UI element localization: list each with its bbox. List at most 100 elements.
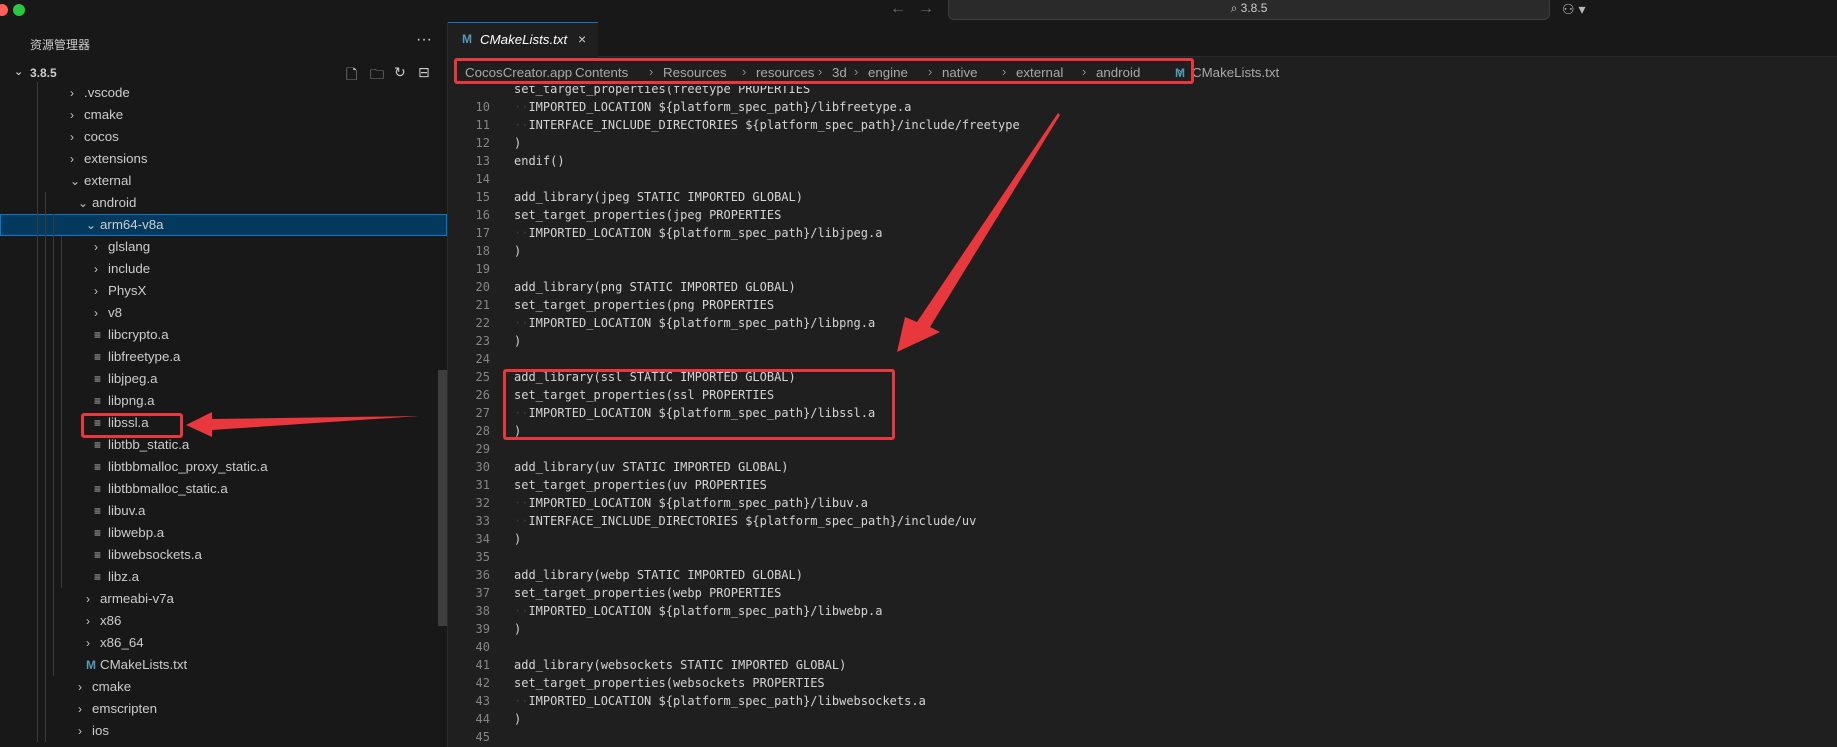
- indent-guide: [53, 412, 54, 434]
- close-icon[interactable]: ×: [578, 31, 586, 47]
- tree-file[interactable]: ≡ libtbbmalloc_static.a: [0, 478, 447, 500]
- chevron-down-icon: ⌄: [14, 66, 24, 78]
- code-line: 19: [448, 260, 1837, 278]
- tree-file[interactable]: ≡ libuv.a: [0, 500, 447, 522]
- window-zoom-button[interactable]: [13, 4, 25, 16]
- code-line: 21 set_target_properties(png PROPERTIES: [448, 296, 1837, 314]
- arrow-left-icon[interactable]: ←: [890, 0, 906, 18]
- tree-folder[interactable]: › PhysX: [0, 280, 447, 302]
- tree-file[interactable]: ≡ libcrypto.a: [0, 324, 447, 346]
- code-line: 30 add_library(uv STATIC IMPORTED GLOBAL): [448, 458, 1837, 476]
- code-line: 22 ··IMPORTED_LOCATION ${platform_spec_pa…: [448, 314, 1837, 332]
- refresh-icon[interactable]: ↻: [394, 64, 406, 81]
- tree-item-label: x86: [100, 613, 122, 628]
- tree-file[interactable]: ≡ libjpeg.a: [0, 368, 447, 390]
- indent-guide: [61, 412, 62, 434]
- code-line: 38 ··IMPORTED_LOCATION ${platform_spec_pa…: [448, 602, 1837, 620]
- indent-guide: [45, 478, 46, 500]
- indent-guide: [45, 654, 46, 676]
- indent-guide: [37, 566, 38, 588]
- window-close-button[interactable]: [0, 4, 8, 16]
- indent-guide: [53, 214, 54, 236]
- tree-file[interactable]: ≡ libwebp.a: [0, 522, 447, 544]
- chevron-right-icon: ›: [86, 636, 90, 650]
- tab-label: CMakeLists.txt: [480, 32, 568, 47]
- tree-folder[interactable]: › cocos: [0, 126, 447, 148]
- sidebar-scrollbar[interactable]: [438, 370, 447, 626]
- code-text: endif(): [514, 154, 565, 168]
- tree-folder[interactable]: › x86: [0, 610, 447, 632]
- code-line: 23): [448, 332, 1837, 350]
- indent-guide: [37, 632, 38, 654]
- tree-folder[interactable]: › glslang: [0, 236, 447, 258]
- tree-folder[interactable]: ⌄ external: [0, 170, 447, 192]
- tree-folder[interactable]: › .vscode: [0, 82, 447, 104]
- tree-folder[interactable]: › cmake: [0, 676, 447, 698]
- tree-folder[interactable]: › armeabi-v7a: [0, 588, 447, 610]
- tree-file[interactable]: ≡ libtbbmalloc_proxy_static.a: [0, 456, 447, 478]
- tree-folder[interactable]: › include: [0, 258, 447, 280]
- chevron-right-icon: ›: [70, 86, 74, 100]
- arrow-right-icon[interactable]: →: [918, 0, 934, 18]
- more-actions-icon[interactable]: ···: [416, 31, 432, 49]
- indent-guide: [37, 258, 38, 280]
- code-text: IMPORTED_LOCATION ${platform_spec_path}/…: [528, 226, 883, 240]
- tree-item-label: .vscode: [84, 85, 130, 100]
- tree-file[interactable]: ≡ libtbb_static.a: [0, 434, 447, 456]
- tree-file[interactable]: ≡ libssl.a: [0, 412, 447, 434]
- collapse-all-icon[interactable]: ⊟: [418, 64, 430, 81]
- tree-folder[interactable]: › emscripten: [0, 698, 447, 720]
- tree-folder[interactable]: › v8: [0, 302, 447, 324]
- tree-item-label: libwebp.a: [108, 525, 165, 540]
- breadcrumb-item[interactable]: CMakeLists.txt: [1192, 65, 1279, 80]
- tree-item-label: libtbbmalloc_proxy_static.a: [108, 459, 268, 474]
- line-number: 17: [475, 226, 490, 240]
- tree-folder[interactable]: › extensions: [0, 148, 447, 170]
- indent-guide: [37, 456, 38, 478]
- code-line: 44): [448, 710, 1837, 728]
- code-line: 35: [448, 548, 1837, 566]
- tree-file[interactable]: ≡ libwebsockets.a: [0, 544, 447, 566]
- indent-guide: [53, 610, 54, 632]
- tree-item-label: libz.a: [108, 569, 140, 584]
- chevron-right-icon: ›: [86, 614, 90, 628]
- whitespace-marker: ··: [514, 514, 529, 528]
- indent-guide: [37, 214, 38, 236]
- code-text: IMPORTED_LOCATION ${platform_spec_path}/…: [528, 694, 926, 708]
- tree-folder[interactable]: ⌄ arm64-v8a: [0, 214, 447, 236]
- indent-guide: [37, 588, 38, 610]
- line-number: 22: [475, 316, 490, 330]
- tree-folder[interactable]: › ios: [0, 720, 447, 742]
- tree-file[interactable]: ≡ libpng.a: [0, 390, 447, 412]
- indent-guide: [61, 544, 62, 566]
- code-line: set_target_properties(freetype PROPERTIE…: [448, 86, 1837, 98]
- tree-folder[interactable]: › cmake: [0, 104, 447, 126]
- line-number: 43: [475, 694, 490, 708]
- indent-guide: [45, 720, 46, 742]
- tree-folder[interactable]: ⌄ android: [0, 192, 447, 214]
- tree-file[interactable]: ≡ libfreetype.a: [0, 346, 447, 368]
- tree-file[interactable]: ≡ libz.a: [0, 566, 447, 588]
- copilot-icon[interactable]: ⚇ ▾: [1562, 0, 1585, 18]
- tree-folder[interactable]: › x86_64: [0, 632, 447, 654]
- indent-guide: [37, 236, 38, 258]
- tree-file[interactable]: M CMakeLists.txt: [0, 654, 447, 676]
- indent-guide: [37, 434, 38, 456]
- indent-guide: [61, 258, 62, 280]
- chevron-right-icon: ›: [94, 284, 98, 298]
- line-number: 18: [475, 244, 490, 258]
- indent-guide: [61, 324, 62, 346]
- command-center-search[interactable]: ⌕ 3.8.5: [948, 0, 1550, 20]
- code-line: 16 set_target_properties(jpeg PROPERTIES: [448, 206, 1837, 224]
- tree-item-label: cocos: [84, 129, 119, 144]
- chevron-right-icon: ›: [86, 592, 90, 606]
- code-text: ): [514, 532, 522, 546]
- indent-guide: [61, 368, 62, 390]
- indent-guide: [53, 302, 54, 324]
- indent-guide: [53, 566, 54, 588]
- chevron-right-icon: ›: [94, 262, 98, 276]
- tab-cmakelists[interactable]: M CMakeLists.txt ×: [448, 22, 598, 58]
- indent-guide: [37, 478, 38, 500]
- indent-guide: [37, 500, 38, 522]
- code-line: 15 add_library(jpeg STATIC IMPORTED GLOBA…: [448, 188, 1837, 206]
